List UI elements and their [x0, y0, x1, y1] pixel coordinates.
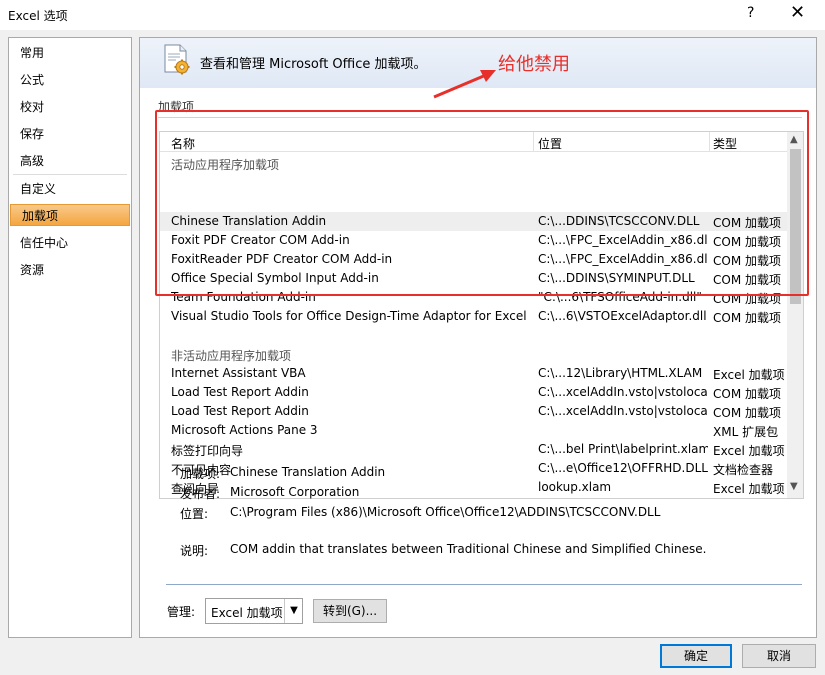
addin-type: Excel 加载项: [713, 444, 785, 458]
detail-publisher-value: Microsoft Corporation: [230, 485, 360, 499]
detail-addin-label: 加载项:: [180, 467, 221, 481]
annotation-highlight-box: [155, 110, 809, 296]
title-bar: Excel 选项 ? ✕: [0, 0, 825, 30]
close-icon[interactable]: ✕: [790, 2, 805, 23]
window-title: Excel 选项: [8, 9, 68, 23]
addin-name: Visual Studio Tools for Office Design-Ti…: [171, 309, 527, 323]
table-row[interactable]: 标签打印向导 C:\...bel Print\labelprint.xlam E…: [160, 440, 788, 459]
ok-button[interactable]: 确定: [660, 644, 732, 668]
addin-type: Excel 加载项: [713, 482, 785, 496]
table-row[interactable]: Load Test Report Addin C:\...xcelAddIn.v…: [160, 383, 788, 402]
nav-item-addins[interactable]: 加载项: [10, 204, 130, 226]
nav-item-trust-center[interactable]: 信任中心: [9, 232, 131, 254]
nav-item-proofing[interactable]: 校对: [9, 96, 131, 118]
table-row[interactable]: Visual Studio Tools for Office Design-Ti…: [160, 307, 788, 326]
detail-publisher-label: 发布者:: [180, 487, 221, 501]
addin-name: 标签打印向导: [171, 444, 244, 458]
addin-type: Excel 加载项: [713, 368, 785, 382]
nav-item-advanced[interactable]: 高级: [9, 150, 131, 172]
addin-type: XML 扩展包: [713, 425, 779, 439]
scroll-down-icon[interactable]: ▼: [790, 481, 798, 492]
goto-button[interactable]: 转到(G)...: [313, 599, 387, 623]
detail-addin-value: Chinese Translation Addin: [230, 465, 386, 479]
addin-gear-icon: [164, 44, 190, 75]
table-row[interactable]: Internet Assistant VBA C:\...12\Library\…: [160, 364, 788, 383]
annotation-text: 给他禁用: [498, 54, 570, 75]
panel-title: 查看和管理 Microsoft Office 加载项。: [200, 57, 427, 72]
options-nav: 常用 公式 校对 保存 高级 自定义 加载项 信任中心 资源: [8, 37, 132, 638]
nav-divider: [13, 174, 127, 175]
addin-location: C:\...bel Print\labelprint.xlam: [538, 442, 708, 456]
manage-select[interactable]: Excel 加载项 ▼: [205, 598, 303, 624]
detail-description-value: COM addin that translates between Tradit…: [230, 542, 707, 556]
addin-name: Internet Assistant VBA: [171, 366, 306, 380]
addin-location: lookup.xlam: [538, 480, 612, 494]
nav-item-resources[interactable]: 资源: [9, 259, 131, 281]
addin-location: C:\...e\Office12\OFFRHD.DLL: [538, 461, 708, 475]
nav-item-save[interactable]: 保存: [9, 123, 131, 145]
chevron-down-icon[interactable]: ▼: [284, 599, 303, 623]
addin-location: C:\...xcelAddIn.vsto|vstolocal: [538, 385, 708, 399]
nav-item-formulas[interactable]: 公式: [9, 69, 131, 91]
addin-location: C:\...xcelAddIn.vsto|vstolocal: [538, 404, 708, 418]
addin-type: COM 加载项: [713, 387, 781, 401]
detail-location-value: C:\Program Files (x86)\Microsoft Office\…: [230, 505, 661, 519]
cancel-button[interactable]: 取消: [742, 644, 816, 668]
help-icon[interactable]: ?: [747, 5, 754, 21]
addin-location: C:\...12\Library\HTML.XLAM: [538, 366, 703, 380]
table-row[interactable]: Load Test Report Addin C:\...xcelAddIn.v…: [160, 402, 788, 421]
addin-location: C:\...6\VSTOExcelAdaptor.dll: [538, 309, 707, 323]
nav-item-customize[interactable]: 自定义: [9, 178, 131, 200]
nav-item-common[interactable]: 常用: [9, 42, 131, 64]
addin-name: Load Test Report Addin: [171, 404, 309, 418]
annotation-arrow-icon: [433, 70, 496, 99]
table-row[interactable]: Microsoft Actions Pane 3 XML 扩展包: [160, 421, 788, 440]
detail-description-label: 说明:: [180, 544, 209, 558]
bottom-divider: [166, 584, 802, 585]
addin-name: Load Test Report Addin: [171, 385, 309, 399]
detail-location-label: 位置:: [180, 507, 209, 521]
group-title-inactive: 非活动应用程序加载项: [171, 349, 292, 363]
addin-name: Microsoft Actions Pane 3: [171, 423, 318, 437]
manage-select-value: Excel 加载项: [211, 606, 283, 620]
addin-type: COM 加载项: [713, 311, 781, 325]
manage-label: 管理:: [167, 605, 196, 619]
addin-type: COM 加载项: [713, 406, 781, 420]
addin-type: 文档检查器: [713, 463, 774, 477]
